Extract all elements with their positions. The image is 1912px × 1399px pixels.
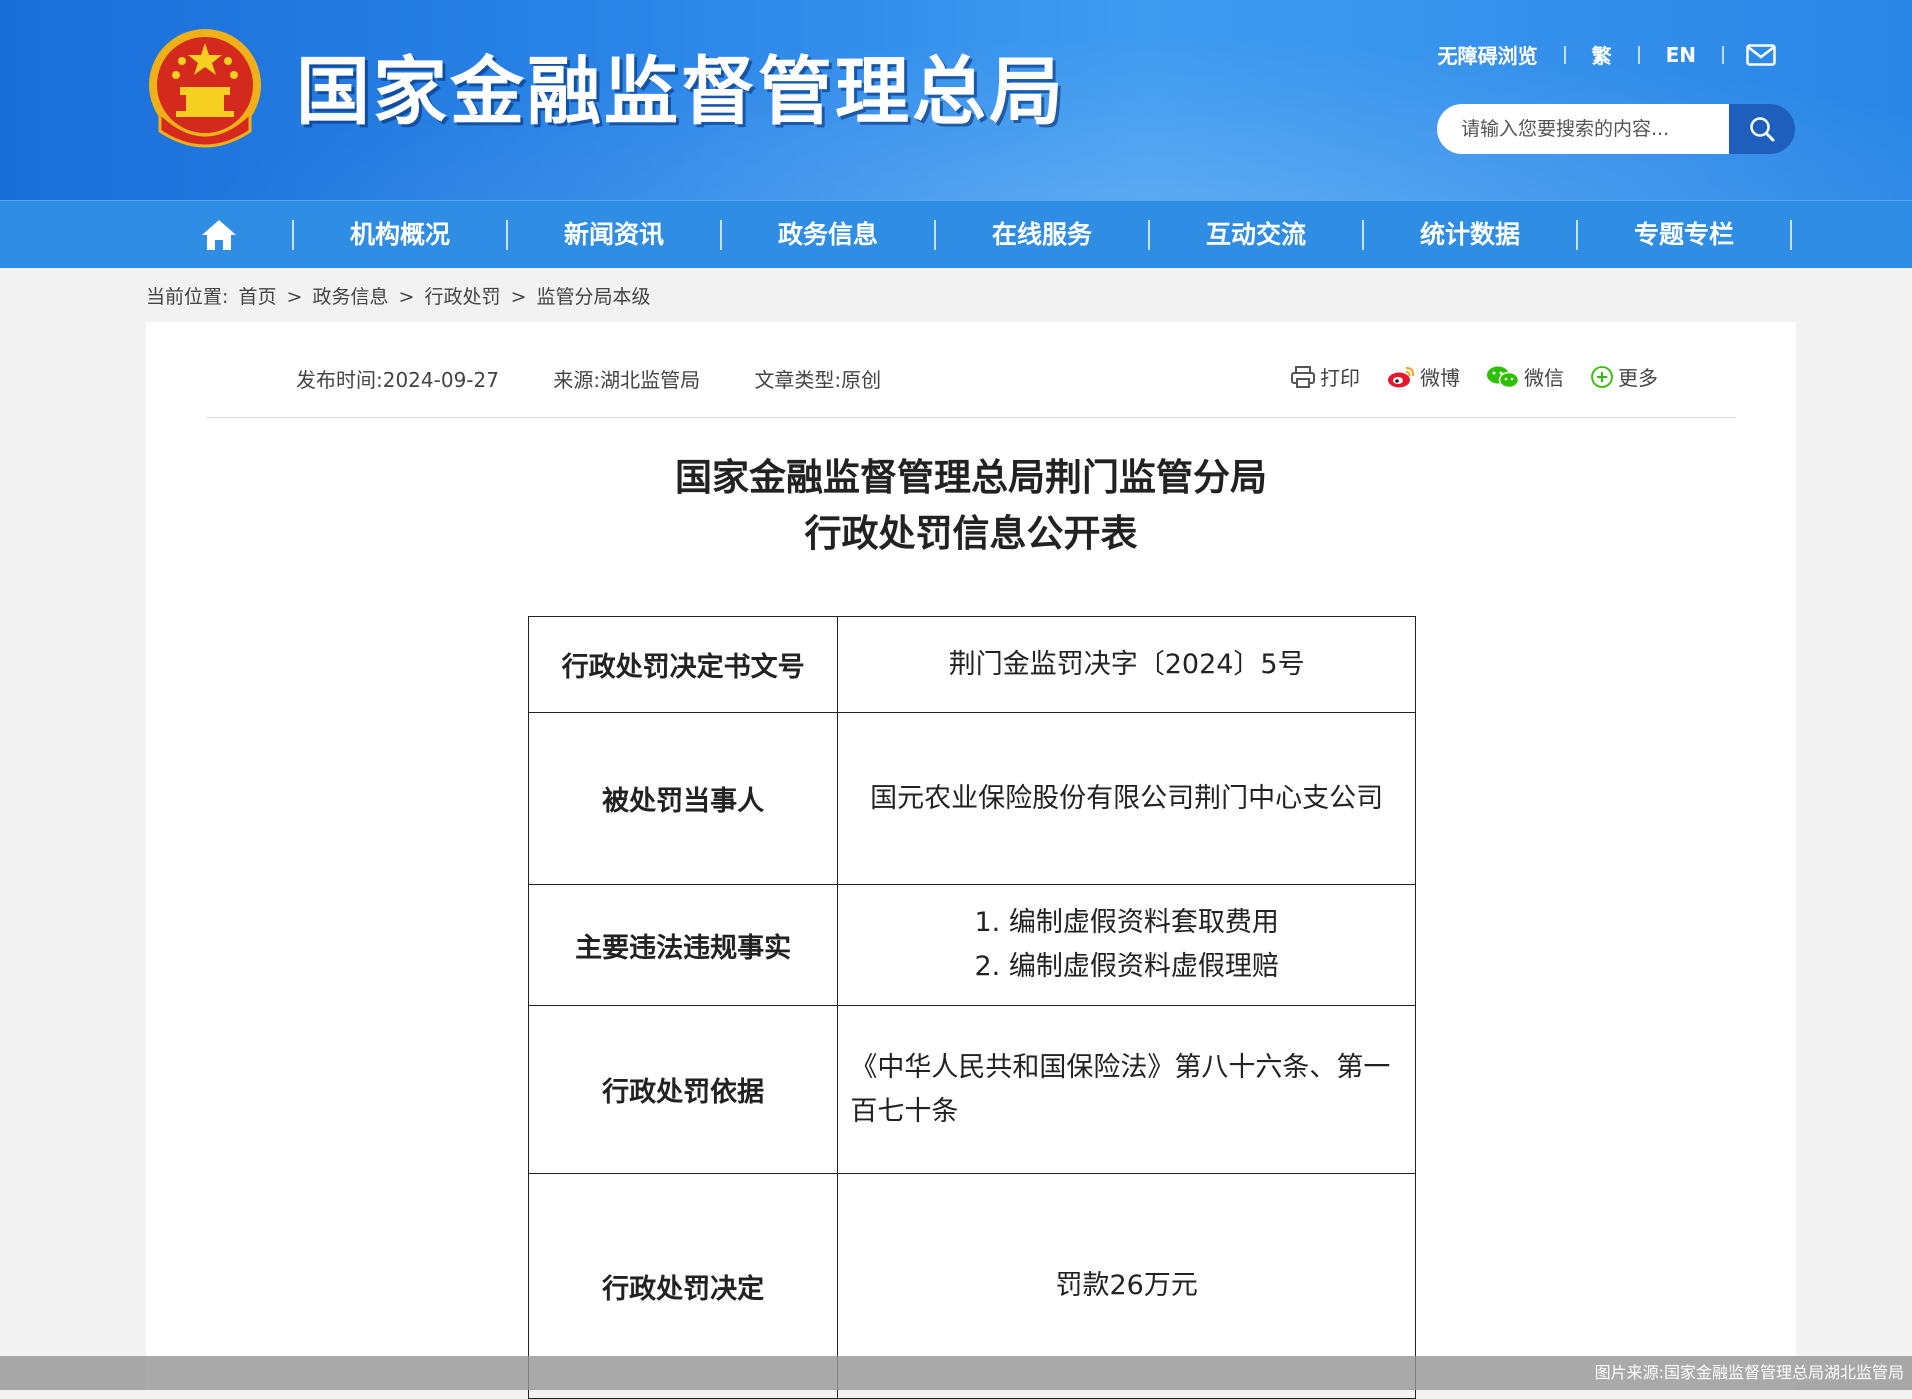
weibo-share-button[interactable]: 微博 xyxy=(1386,362,1460,391)
nav-home[interactable] xyxy=(146,201,292,268)
row-value: 1. 编制虚假资料套取费用 2. 编制虚假资料虚假理赔 xyxy=(837,884,1416,1006)
site-header: 国家金融监督管理总局 无障碍浏览 繁 EN xyxy=(0,0,1912,200)
article-type: 文章类型:原创 xyxy=(754,368,882,392)
print-label: 打印 xyxy=(1320,366,1360,390)
nav-item-about[interactable]: 机构概况 xyxy=(294,201,506,268)
nav-item-special-topics[interactable]: 专题专栏 xyxy=(1578,201,1790,268)
row-value: 国元农业保险股份有限公司荆门中心支公司 xyxy=(837,712,1416,885)
english-link[interactable]: EN xyxy=(1662,43,1700,67)
share-bar: 打印 微博 微信 更多 xyxy=(1264,362,1658,391)
article-source: 来源:湖北监管局 xyxy=(553,368,701,392)
main-nav: 机构概况 新闻资讯 政务信息 在线服务 互动交流 统计数据 专题专栏 xyxy=(0,200,1912,268)
table-row: 行政处罚依据 《中华人民共和国保险法》第八十六条、第一百七十条 xyxy=(527,1005,1416,1174)
breadcrumb-separator: > xyxy=(398,286,415,308)
national-emblem-icon[interactable] xyxy=(146,27,264,151)
row-value: 《中华人民共和国保险法》第八十六条、第一百七十条 xyxy=(837,1005,1416,1174)
nav-item-online-service[interactable]: 在线服务 xyxy=(936,201,1148,268)
row-key: 被处罚当事人 xyxy=(527,712,839,885)
wechat-icon xyxy=(1487,366,1520,388)
mail-icon[interactable] xyxy=(1746,43,1776,66)
article-card: 发布时间:2024-09-27 来源:湖北监管局 文章类型:原创 打印 微博 微… xyxy=(146,322,1796,1399)
plus-circle-icon xyxy=(1591,365,1613,388)
violation-fact-2: 2. 编制虚假资料虚假理赔 xyxy=(974,951,1279,982)
article-meta: 发布时间:2024-09-27 来源:湖北监管局 文章类型:原创 xyxy=(296,364,929,393)
nav-item-news[interactable]: 新闻资讯 xyxy=(508,201,720,268)
row-value: 荆门金监罚决字〔2024〕5号 xyxy=(837,616,1416,713)
weibo-icon xyxy=(1388,366,1415,387)
breadcrumb-branch[interactable]: 监管分局本级 xyxy=(537,286,651,308)
nav-item-statistics[interactable]: 统计数据 xyxy=(1364,201,1576,268)
home-icon xyxy=(202,219,236,250)
search-box xyxy=(1437,104,1795,154)
breadcrumb-government-info[interactable]: 政务信息 xyxy=(312,286,388,308)
divider xyxy=(1637,45,1640,64)
printer-icon xyxy=(1291,365,1315,388)
accessibility-link[interactable]: 无障碍浏览 xyxy=(1434,40,1542,69)
site-title[interactable]: 国家金融监督管理总局 xyxy=(296,44,1066,140)
publish-time: 发布时间:2024-09-27 xyxy=(296,368,499,392)
divider xyxy=(1563,45,1566,64)
table-row: 被处罚当事人 国元农业保险股份有限公司荆门中心支公司 xyxy=(527,712,1416,885)
document-title-line1: 国家金融监督管理总局荆门监管分局 xyxy=(675,456,1267,499)
breadcrumb-separator: > xyxy=(510,286,527,308)
row-key: 行政处罚依据 xyxy=(527,1005,839,1174)
image-caption-bar: 图片来源:国家金融监督管理总局湖北监管局 xyxy=(0,1356,1912,1390)
search-icon xyxy=(1750,117,1775,142)
document-title-line2: 行政处罚信息公开表 xyxy=(804,512,1138,555)
meta-divider xyxy=(206,417,1736,418)
wechat-label: 微信 xyxy=(1524,366,1564,390)
nav-divider xyxy=(1790,219,1792,250)
breadcrumb-penalties[interactable]: 行政处罚 xyxy=(425,286,501,308)
top-links: 无障碍浏览 繁 EN xyxy=(1434,40,1776,69)
weibo-label: 微博 xyxy=(1420,366,1460,390)
row-key: 行政处罚决定书文号 xyxy=(527,616,839,713)
breadcrumb-separator: > xyxy=(286,286,303,308)
search-input[interactable] xyxy=(1437,104,1729,154)
row-key: 主要违法违规事实 xyxy=(527,884,839,1006)
nav-item-interaction[interactable]: 互动交流 xyxy=(1150,201,1362,268)
more-share-button[interactable]: 更多 xyxy=(1590,362,1658,391)
traditional-chinese-link[interactable]: 繁 xyxy=(1588,40,1616,69)
print-button[interactable]: 打印 xyxy=(1290,362,1360,391)
violation-fact-1: 1. 编制虚假资料套取费用 xyxy=(974,907,1279,938)
breadcrumb-label: 当前位置: xyxy=(146,286,229,308)
nav-item-government-info[interactable]: 政务信息 xyxy=(722,201,934,268)
table-row: 行政处罚决定书文号 荆门金监罚决字〔2024〕5号 xyxy=(527,616,1416,713)
table-row: 主要违法违规事实 1. 编制虚假资料套取费用 2. 编制虚假资料虚假理赔 xyxy=(527,884,1416,1006)
divider xyxy=(1722,45,1724,64)
breadcrumb-home[interactable]: 首页 xyxy=(238,286,276,308)
document-title: 国家金融监督管理总局荆门监管分局 行政处罚信息公开表 xyxy=(146,450,1796,562)
breadcrumb: 当前位置: 首页 > 政务信息 > 行政处罚 > 监管分局本级 xyxy=(146,282,655,309)
search-button[interactable] xyxy=(1729,104,1795,154)
image-source-caption: 图片来源:国家金融监督管理总局湖北监管局 xyxy=(1594,1363,1904,1382)
wechat-share-button[interactable]: 微信 xyxy=(1486,362,1564,391)
more-label: 更多 xyxy=(1618,366,1658,390)
penalty-info-table: 行政处罚决定书文号 荆门金监罚决字〔2024〕5号 被处罚当事人 国元农业保险股… xyxy=(527,616,1416,1399)
